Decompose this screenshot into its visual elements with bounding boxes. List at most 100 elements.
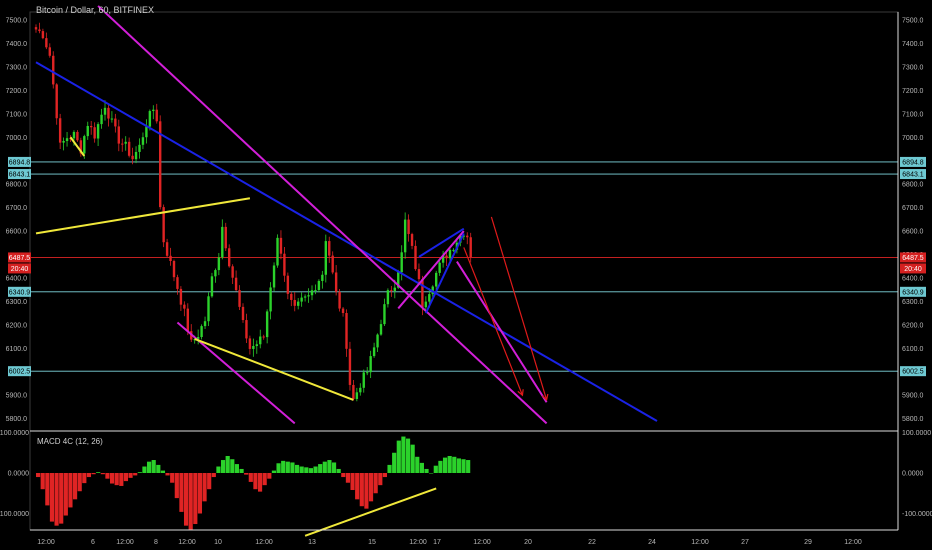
time-tick-label: 12:00	[116, 539, 134, 546]
macd-bar	[72, 473, 78, 500]
price-tick-label: 5900.0	[902, 393, 924, 400]
level-tag-left: 6894.8	[9, 159, 31, 166]
macd-bar	[424, 468, 429, 473]
candle-body	[393, 287, 396, 291]
candle-body	[148, 111, 152, 127]
macd-bar	[114, 473, 119, 486]
price-tick-label-left: 5800.0	[6, 416, 28, 423]
macd-tick-label-left: 0.0000	[8, 471, 30, 478]
price-tick-label-left: 6600.0	[6, 229, 28, 236]
candle-body	[114, 118, 117, 127]
price-tick-label: 6300.0	[902, 299, 924, 306]
forecast-arrow	[490, 216, 548, 401]
macd-bar	[461, 459, 466, 473]
candle-body	[448, 249, 452, 259]
trendline-yellow	[194, 337, 354, 401]
candle-body	[469, 237, 472, 258]
price-tick-label: 7100.0	[902, 111, 924, 118]
candle-body	[141, 137, 145, 145]
candle-body	[62, 140, 65, 143]
candle-body	[359, 387, 362, 393]
level-tag-right: 6002.5	[902, 369, 924, 376]
macd-bar	[197, 473, 203, 514]
time-tick-label: 10	[214, 539, 222, 546]
candle-body	[300, 297, 303, 302]
candle-body	[93, 127, 96, 139]
macd-bar	[382, 473, 387, 478]
candle-body	[362, 372, 365, 388]
candle-body	[224, 226, 227, 249]
candle-body	[107, 107, 110, 119]
candle-body	[331, 255, 334, 273]
macd-bar	[322, 461, 327, 473]
candle-body	[324, 241, 327, 275]
axes: 7500.07400.07300.07200.07100.07000.06900…	[0, 11, 932, 546]
candle-body	[45, 38, 48, 48]
candle-body	[58, 118, 62, 143]
time-tick-label: 12:00	[844, 539, 862, 546]
candle-body	[400, 252, 403, 273]
time-tick-label: 12:00	[255, 539, 273, 546]
macd-bar	[341, 473, 346, 478]
macd-bar	[387, 464, 392, 473]
macd-bar	[257, 473, 263, 492]
price-tick-label-left: 7500.0	[6, 18, 28, 25]
time-tick-label: 24	[648, 539, 656, 546]
macd-bar	[128, 473, 133, 478]
channel-line	[424, 232, 465, 314]
price-tick-label: 7200.0	[902, 88, 924, 95]
price-tick-label-left: 5900.0	[6, 393, 28, 400]
macd-tick-label-left: -100.0000	[0, 511, 29, 518]
macd-bar	[193, 473, 198, 525]
candle-body	[307, 295, 310, 297]
candle-body	[403, 219, 407, 253]
macd-bar	[355, 473, 360, 500]
price-tick-label-left: 7100.0	[6, 111, 28, 118]
price-tick-label: 6600.0	[902, 229, 924, 236]
candle-body	[417, 269, 421, 280]
macd-bar	[253, 473, 258, 490]
current-price-tag-left: 6487.5	[9, 255, 31, 262]
candle-body	[124, 141, 127, 144]
macd-bar	[142, 466, 147, 473]
candle-body	[48, 47, 51, 56]
macd-bar	[396, 440, 401, 473]
macd-bar	[285, 461, 290, 473]
macd-bar	[170, 473, 175, 483]
macd-tick-label: 0.0000	[902, 471, 924, 478]
candle-body	[372, 347, 376, 357]
candle-body	[338, 291, 341, 309]
candle-body	[86, 125, 89, 137]
candle-body	[234, 277, 238, 291]
macd-bar	[156, 464, 161, 473]
macd-bar	[276, 463, 281, 473]
candle-body	[203, 321, 207, 327]
macd-bar	[244, 473, 249, 475]
macd-bar	[59, 473, 64, 524]
candle-body	[317, 280, 321, 291]
price-tick-label: 6200.0	[902, 322, 924, 329]
price-chart[interactable]: 7500.07400.07300.07200.07100.07000.06900…	[0, 0, 932, 550]
candle-body	[83, 136, 86, 154]
macd-bar	[419, 462, 424, 473]
macd-bar	[179, 473, 184, 512]
candle-body	[200, 326, 203, 338]
price-tick-label-left: 7000.0	[6, 135, 28, 142]
candle-body	[303, 296, 307, 298]
price-tick-label: 6100.0	[902, 346, 924, 353]
macd-bar	[234, 464, 240, 473]
macd-bar	[165, 473, 170, 476]
level-tag-left: 6843.1	[9, 172, 31, 179]
candle-body	[466, 235, 469, 238]
time-tick-label: 17	[433, 539, 441, 546]
candle-body	[65, 138, 69, 141]
candle-body	[424, 301, 428, 308]
macd-bar	[220, 460, 226, 473]
candle-body	[366, 372, 369, 374]
candle-body	[207, 296, 210, 322]
candle-body	[96, 124, 100, 139]
macd-bar	[183, 473, 189, 526]
time-tick-label: 15	[368, 539, 376, 546]
candle-body	[38, 29, 41, 32]
candle-body	[262, 336, 265, 338]
